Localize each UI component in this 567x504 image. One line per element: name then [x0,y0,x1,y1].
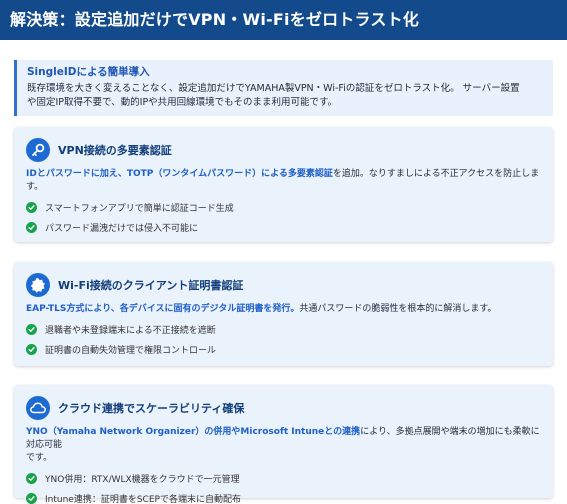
list-item-text: 証明書の自動失効管理で権限コントロール [45,345,217,356]
check-icon [26,472,37,484]
card-title: Wi-Fi接続のクライアント証明書認証 [58,279,244,292]
intro-title: SingleIDによる簡単導入 [27,66,150,78]
card-description: YNO（Yamaha Network Organizer）の併用やMicroso… [26,426,541,465]
check-icon [26,201,37,213]
list-item-text: YNO併用：RTX/WLX機器をクラウドで一元管理 [45,474,240,485]
intro-box: SingleIDによる簡単導入 既存環境を大きく変えることなく、設定追加だけでY… [14,60,553,116]
list-item: 退職者や未登録端末による不正接続を遮断 [26,322,541,336]
description-highlight: YNO（Yamaha Network Organizer）の併用やMicroso… [26,427,361,437]
description-highlight: IDとパスワードに加え、TOTP（ワンタイムパスワード）による多要素認証 [26,169,333,179]
intro-text-line1: 既存環境を大きく変えることなく、設定追加だけでYAMAHA製VPN・Wi-Fiの… [27,83,520,94]
description-text-line2: です。 [26,453,53,463]
badge-icon [26,273,50,297]
card-title: VPN接続の多要素認証 [58,144,172,157]
description-text: 共通パスワードの脆弱性を根本的に解消します。 [299,304,497,314]
card-description: IDとパスワードに加え、TOTP（ワンタイムパスワード）による多要素認証を追加。… [26,168,541,194]
list-item-text: パスワード漏洩だけでは侵入不可能に [45,223,199,234]
list-item-text: Intune連携：証明書をSCEPで各端末に自動配布 [45,494,241,504]
check-icon [26,221,37,233]
card-cloud-scalability: クラウド連携でスケーラビリティ確保 YNO（Yamaha Network Org… [14,385,553,504]
description-highlight: EAP-TLS方式により、各デバイスに固有のデジタル証明書を発行。 [26,304,300,314]
list-item-text: スマートフォンアプリで簡単に認証コード生成 [45,203,234,214]
key-icon [26,138,50,162]
list-item: パスワード漏洩だけでは侵入不可能に [26,220,541,234]
intro-text-line2: や固定IP取得不要で、動的IPや共用回線環境でもそのまま利用可能です。 [27,96,338,108]
page-title: 解決策：設定追加だけでVPN・Wi-Fiをゼロトラスト化 [0,0,567,40]
list-item: YNO併用：RTX/WLX機器をクラウドで一元管理 [26,471,541,485]
list-item: スマートフォンアプリで簡単に認証コード生成 [26,200,541,214]
card-title: クラウド連携でスケーラビリティ確保 [58,402,245,415]
list-item: 証明書の自動失効管理で権限コントロール [26,342,541,356]
check-icon [26,343,37,355]
description-text-line2: す。 [26,182,44,192]
list-item-text: 退職者や未登録端末による不正接続を遮断 [45,325,216,336]
check-icon [26,323,37,335]
card-vpn-mfa: VPN接続の多要素認証 IDとパスワードに加え、TOTP（ワンタイムパスワード）… [14,127,553,242]
check-icon [26,492,37,504]
card-description: EAP-TLS方式により、各デバイスに固有のデジタル証明書を発行。共通パスワード… [26,303,541,316]
list-item: Intune連携：証明書をSCEPで各端末に自動配布 [26,491,541,504]
card-wifi-cert: Wi-Fi接続のクライアント証明書認証 EAP-TLS方式により、各デバイスに固… [14,262,553,366]
intro-text: 既存環境を大きく変えることなく、設定追加だけでYAMAHA製VPN・Wi-Fiの… [27,82,543,109]
cloud-icon [26,396,50,420]
description-text: を追加。なりすましによる不正アクセスを防止しま [332,169,540,179]
